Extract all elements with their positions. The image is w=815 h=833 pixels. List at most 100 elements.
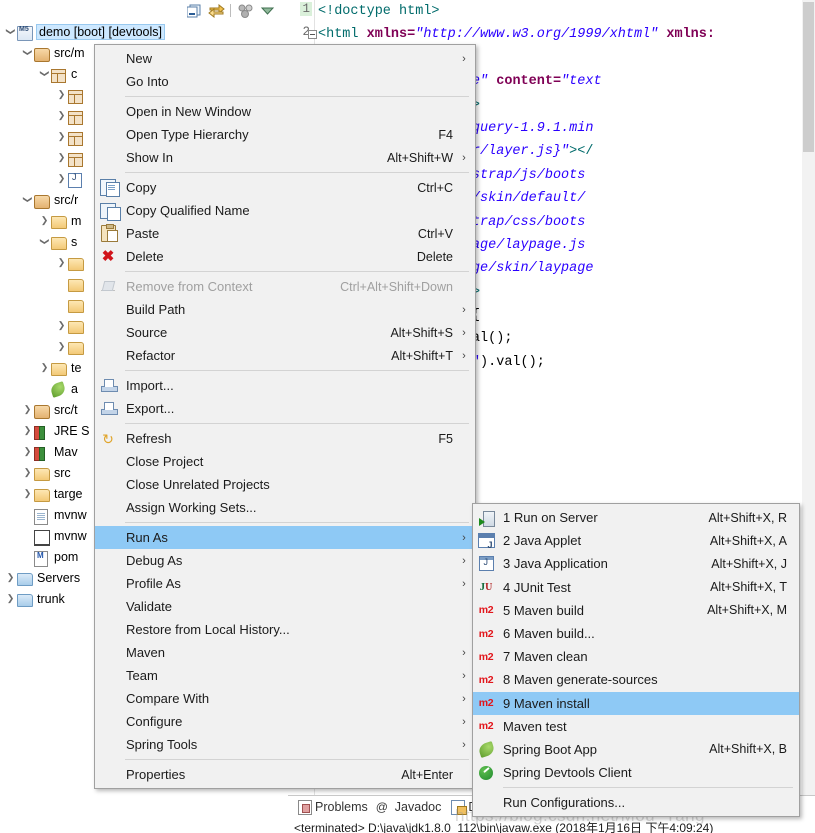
eclipse-ide-window: ❯demo [boot] [devtools]❯src/m❯c❯❯❯❯❯❯src… [0,0,815,833]
menu-item-show-in[interactable]: Show In Alt+Shift+W › [95,146,475,169]
tree-expand-arrow-closed[interactable]: ❯ [55,252,68,273]
tree-expand-arrow-closed[interactable]: ❯ [21,441,34,462]
tree-expand-arrow-closed[interactable]: ❯ [21,462,34,483]
submenu-item-label: Run Configurations... [503,795,626,811]
export-icon-glyph [100,402,118,415]
tree-item[interactable]: ❯demo [boot] [devtools] [0,21,288,42]
submenu-item-1-run-on-server[interactable]: 1 Run on Server Alt+Shift+X, R [473,506,799,529]
menu-item-configure[interactable]: Configure › [95,710,475,733]
tree-item-label: demo [boot] [devtools] [36,23,165,40]
link-with-editor-icon[interactable] [205,2,227,20]
code-line: <!doctype html> [318,0,815,23]
copy-qualified-name-icon-glyph [100,202,121,221]
tree-expand-arrow-closed[interactable]: ❯ [21,399,34,420]
submenu-item-label: 3 Java Application [503,556,608,572]
menu-item-paste[interactable]: Paste Ctrl+V [95,222,475,245]
menu-item-restore-from-local-history[interactable]: Restore from Local History... [95,618,475,641]
menu-item-spring-tools[interactable]: Spring Tools › [95,733,475,756]
tree-expand-arrow-closed[interactable]: ❯ [38,357,51,378]
menu-item-properties[interactable]: Properties Alt+Enter [95,763,475,786]
java-application-icon [473,554,499,574]
tree-expand-arrow-closed[interactable]: ❯ [38,210,51,231]
menu-item-import[interactable]: Import... [95,374,475,397]
submenu-item-4-junit-test[interactable]: JU 4 JUnit Test Alt+Shift+X, T [473,576,799,599]
tree-expand-arrow-closed[interactable]: ❯ [21,420,34,441]
tree-expand-arrow-closed[interactable]: ❯ [55,105,68,126]
view-menu-icon[interactable] [234,2,256,20]
menu-item-copy-qualified-name[interactable]: Copy Qualified Name [95,199,475,222]
problems-icon-glyph [298,800,312,815]
tree-expand-arrow-closed[interactable]: ❯ [55,315,68,336]
collapse-all-icon[interactable] [183,2,205,20]
submenu-item-7-maven-clean[interactable]: m2 7 Maven clean [473,645,799,668]
menu-item-compare-with[interactable]: Compare With › [95,687,475,710]
menu-item-copy[interactable]: Copy Ctrl+C [95,176,475,199]
tree-expand-arrow-closed[interactable]: ❯ [21,483,34,504]
menu-item-build-path[interactable]: Build Path › [95,298,475,321]
submenu-item-run-configurations[interactable]: Run Configurations... [473,791,799,814]
menu-item-no-icon [95,574,121,594]
pkg-glyph [68,152,83,167]
menu-separator [125,172,469,173]
menu-item-debug-as[interactable]: Debug As › [95,549,475,572]
tab-javadoc[interactable]: @ Javadoc [372,797,446,818]
tree-expand-arrow-closed[interactable]: ❯ [55,84,68,105]
code-fold-toggle[interactable] [308,30,317,40]
menu-item-shortcut: Ctrl+C [417,180,453,195]
menu-item-open-in-new-window[interactable]: Open in New Window [95,100,475,123]
tree-expand-arrow-closed[interactable]: ❯ [55,147,68,168]
code-token: xmlns: [658,27,715,43]
menu-item-label: Export... [126,401,175,416]
menu-item-delete[interactable]: ✖ Delete Delete [95,245,475,268]
submenu-item-8-maven-generate-sources[interactable]: m2 8 Maven generate-sources [473,668,799,691]
menu-item-label: Debug As [126,553,183,568]
project-context-menu[interactable]: New › Go Into Open in New Window Open Type H… [94,44,476,789]
folder-glyph [68,299,84,313]
menu-item-close-unrelated-projects[interactable]: Close Unrelated Projects [95,473,475,496]
menu-item-refresh[interactable]: ↻ Refresh F5 [95,427,475,450]
folder-glyph [51,236,67,250]
menu-item-new[interactable]: New › [95,47,475,70]
menu-item-source[interactable]: Source Alt+Shift+S › [95,321,475,344]
menu-item-close-project[interactable]: Close Project [95,450,475,473]
tree-expand-arrow-closed[interactable]: ❯ [55,126,68,147]
menu-separator [125,271,469,272]
menu-item-label: Configure [126,714,183,729]
submenu-item-5-maven-build[interactable]: m2 5 Maven build Alt+Shift+X, M [473,599,799,622]
tree-expand-arrow-closed[interactable]: ❯ [4,567,17,588]
submenu-item-maven-test[interactable]: m2 Maven test [473,715,799,738]
menu-item-export[interactable]: Export... [95,397,475,420]
paste-icon [95,224,121,244]
editor-vertical-scrollbar[interactable] [802,0,815,795]
menu-item-run-as[interactable]: Run As › [95,526,475,549]
folder-icon [68,339,85,355]
menu-item-open-type-hierarchy[interactable]: Open Type Hierarchy F4 [95,123,475,146]
tree-expand-arrow-closed[interactable]: ❯ [55,336,68,357]
run-as-submenu[interactable]: 1 Run on Server Alt+Shift+X, R 2 Java Appl… [472,503,800,818]
submenu-arrow-icon: › [462,531,466,544]
menu-item-profile-as[interactable]: Profile As › [95,572,475,595]
menu-item-maven[interactable]: Maven › [95,641,475,664]
submenu-item-2-java-applet[interactable]: 2 Java Applet Alt+Shift+X, A [473,529,799,552]
menu-separator [125,96,469,97]
submenu-item-spring-devtools-client[interactable]: Spring Devtools Client [473,761,799,784]
submenu-item-spring-boot-app[interactable]: Spring Boot App Alt+Shift+X, B [473,738,799,761]
menu-item-go-into[interactable]: Go Into [95,70,475,93]
menu-item-assign-working-sets[interactable]: Assign Working Sets... [95,496,475,519]
menu-item-team[interactable]: Team › [95,664,475,687]
submenu-item-6-maven-build[interactable]: m2 6 Maven build... [473,622,799,645]
submenu-arrow-icon: › [462,303,466,316]
view-dropdown-icon[interactable] [256,2,278,20]
submenu-item-9-maven-install[interactable]: m2 9 Maven install [473,691,799,715]
tab-problems[interactable]: Problems [292,797,372,818]
editor-scrollbar-thumb[interactable] [803,2,814,152]
submenu-item-3-java-application[interactable]: 3 Java Application Alt+Shift+X, J [473,552,799,575]
tree-expand-arrow-closed[interactable]: ❯ [55,168,68,189]
menu-item-no-icon [95,528,121,548]
java-applet-icon-glyph [477,533,495,550]
leaf-glyph [49,380,67,398]
menu-item-validate[interactable]: Validate [95,595,475,618]
tree-expand-arrow-closed[interactable]: ❯ [4,588,17,609]
menu-item-refactor[interactable]: Refactor Alt+Shift+T › [95,344,475,367]
remove-from-context-icon-glyph [101,281,115,293]
